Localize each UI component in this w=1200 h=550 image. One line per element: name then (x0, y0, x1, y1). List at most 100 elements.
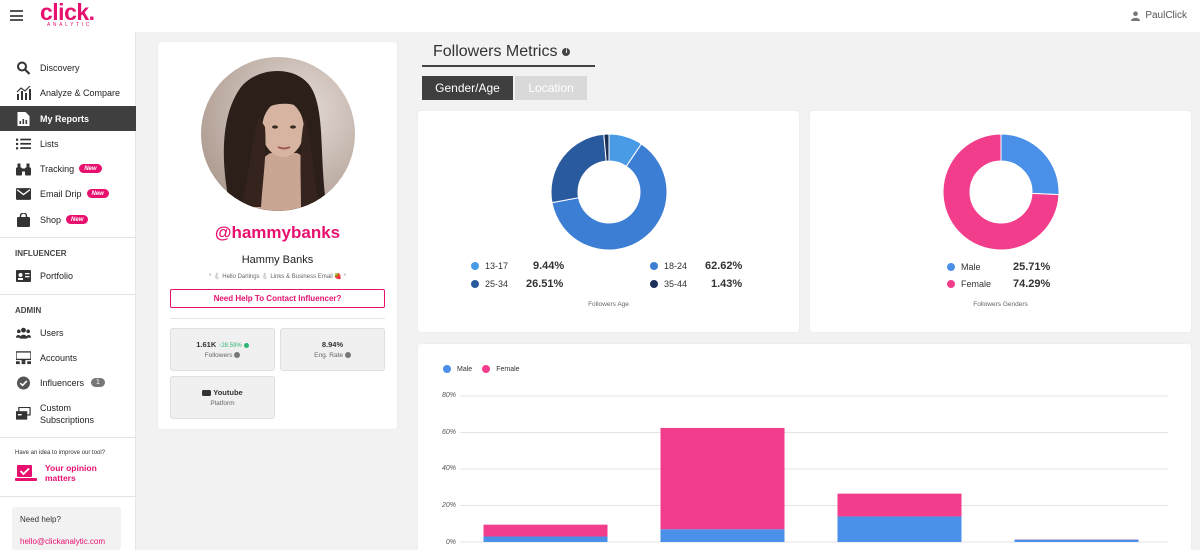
accounts-icon (15, 350, 32, 365)
sidebar-item-my-reports[interactable]: My Reports (0, 106, 136, 131)
section-title-influencer: INFLUENCER (15, 249, 67, 258)
y-tick-label: 80% (441, 392, 456, 399)
section-title-admin: ADMIN (15, 306, 42, 315)
info-icon[interactable] (234, 352, 241, 359)
legend-age-35-44: 35-44 1.43% (650, 278, 742, 290)
age-card-caption: Followers Age (588, 301, 629, 308)
followers-age-card: 13-17 9.44% 25-34 26.51% 18-24 62.62% 35… (418, 111, 799, 332)
users-icon (15, 326, 32, 340)
metrics-title-text: Followers Metrics (433, 43, 558, 60)
legend-age-18-24: 18-24 62.62% (650, 260, 742, 272)
legend-value: 1.43% (711, 278, 743, 290)
sidebar-item-tracking[interactable]: Tracking New (0, 156, 136, 181)
sidebar-item-analyze[interactable]: Analyze & Compare (0, 80, 136, 105)
menu-icon[interactable] (10, 10, 23, 21)
avatar (201, 57, 355, 211)
legend-label: Female (961, 279, 992, 289)
donut-slice-25-34[interactable] (550, 133, 607, 204)
report-icon (15, 111, 32, 126)
legend-value: 74.29% (1013, 278, 1051, 290)
bar-female-18-24[interactable] (660, 427, 785, 530)
info-icon[interactable]: i (562, 48, 571, 56)
legend-value: 9.44% (533, 260, 565, 272)
logo[interactable]: click. ANALYTIC (40, 1, 95, 28)
sidebar-item-portfolio[interactable]: Portfolio (0, 263, 136, 288)
bar-chart-legend: Male Female (443, 365, 520, 373)
y-tick-label: 60% (441, 429, 456, 436)
y-tick-label: 20% (441, 502, 456, 509)
legend-label: Male (961, 262, 981, 272)
metrics-title: Followers Metrics i (433, 43, 571, 61)
engagement-value: 8.94% (321, 340, 344, 349)
sidebar-item-users[interactable]: Users (0, 320, 136, 345)
status-dot-icon (243, 342, 249, 348)
legend-label-male: Male (457, 365, 473, 373)
engagement-stat: 8.94% Eng. Rate (280, 328, 385, 371)
sidebar-item-label: Custom Subscriptions (40, 402, 95, 425)
legend-age-13-17: 13-17 9.44% (471, 260, 564, 272)
legend-label: 35-44 (664, 279, 688, 289)
y-tick-label: 0% (445, 539, 456, 546)
logo-text: click. (40, 0, 95, 25)
subscriptions-icon (15, 406, 32, 421)
help-email-link[interactable]: hello@clickanalytic.com (20, 537, 105, 546)
sidebar-item-label: Email Drip (40, 188, 82, 199)
sidebar-item-label: Influencers (40, 377, 85, 388)
bar-female-25-34[interactable] (837, 493, 962, 517)
followers-label: Followers (204, 352, 233, 359)
feedback-link[interactable]: Your opinion matters (15, 463, 97, 483)
sidebar-item-label: Portfolio (40, 270, 74, 281)
sidebar-item-accounts[interactable]: Accounts (0, 345, 136, 370)
sidebar-item-custom-subscriptions[interactable]: Custom Subscriptions (0, 396, 136, 431)
help-title: Need help? (20, 515, 61, 524)
count-badge: 1 (91, 378, 105, 387)
user-name: PaulClick (1145, 10, 1187, 21)
user-menu[interactable]: PaulClick (1131, 10, 1187, 21)
sidebar-item-lists[interactable]: Lists (0, 131, 136, 156)
followers-growth: 28.59% (221, 343, 242, 349)
bar-male-18-24[interactable] (660, 529, 785, 542)
legend-female: Female 74.29% (947, 278, 1050, 290)
legend-value: 26.51% (526, 278, 564, 290)
sidebar-item-label: Lists (40, 138, 59, 149)
tab-location[interactable]: Location (515, 76, 587, 100)
profile-card: @hammybanks Hammy Banks ° 🐇 Hello Darlin… (158, 42, 397, 429)
sidebar-item-shop[interactable]: Shop New (0, 207, 136, 232)
contact-influencer-button[interactable]: Need Help To Contact Influencer? (170, 289, 385, 308)
influencer-handle[interactable]: @hammybanks (158, 223, 397, 243)
platform-value: Youtube (213, 388, 243, 397)
sidebar-item-email-drip[interactable]: Email Drip New (0, 181, 136, 206)
influencer-bio: ° 🐇 Hello Darlings 🐇 Links & Business Em… (209, 274, 346, 280)
sidebar-item-label: Accounts (40, 352, 78, 363)
bar-male-13-17[interactable] (483, 536, 608, 542)
legend-label: 25-34 (485, 279, 509, 289)
gender-donut-chart (942, 133, 1060, 251)
id-card-icon (15, 269, 32, 283)
legend-male: Male 25.71% (947, 261, 1050, 273)
sidebar-item-influencers[interactable]: Influencers 1 (0, 370, 136, 395)
legend-value: 25.71% (1013, 261, 1051, 273)
sidebar-item-label: Shop (40, 214, 62, 225)
new-badge: New (66, 215, 89, 224)
donut-slice-male[interactable] (1000, 133, 1060, 196)
new-badge: New (86, 189, 109, 198)
legend-dot (471, 262, 479, 270)
legend-value: 62.62% (705, 260, 743, 272)
sidebar-divider (0, 437, 136, 438)
bar-male-35-44[interactable] (1014, 539, 1139, 542)
bar-male-25-34[interactable] (837, 516, 962, 542)
check-badge-icon (15, 376, 32, 390)
sidebar-item-discovery[interactable]: Discovery (0, 55, 136, 80)
legend-dot (471, 280, 479, 288)
platform-stat: Youtube Platform (170, 376, 275, 419)
feedback-icon (15, 464, 37, 481)
bar-female-13-17[interactable] (483, 524, 608, 537)
sidebar-divider (0, 237, 136, 238)
influencer-name: Hammy Banks (241, 254, 314, 266)
top-bar: click. ANALYTIC PaulClick (0, 0, 1200, 32)
tab-gender-age[interactable]: Gender/Age (422, 76, 513, 100)
sidebar: Discovery Analyze & Compare My Reports L… (0, 32, 136, 550)
info-icon[interactable] (344, 352, 351, 359)
sidebar-item-label: Tracking (40, 163, 75, 174)
analytics-icon (15, 85, 32, 100)
